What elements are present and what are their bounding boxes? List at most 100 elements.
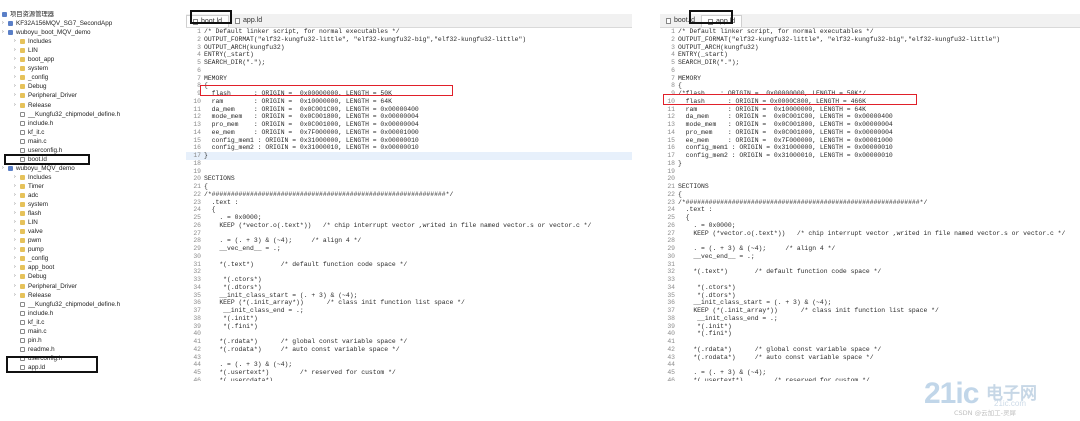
tree-file[interactable]: __Kungfu32_chipmodel_define.h [14, 110, 120, 119]
expand-arrow-icon[interactable]: › [14, 173, 19, 182]
tree-folder[interactable]: › flash [14, 209, 41, 218]
expand-arrow-icon[interactable]: › [2, 164, 7, 173]
file-icon [20, 301, 25, 307]
tree-file[interactable]: userconfig.h [14, 354, 62, 363]
tree-file[interactable]: userconfig.h [14, 146, 62, 155]
tree-folder[interactable]: › Debug [14, 82, 47, 91]
tree-folder[interactable]: › app_boot [14, 263, 54, 272]
code-text: *(.usercdata*) [204, 376, 274, 381]
code-line: 13 mode_mem : ORIGIN = 0x0C001800, LENGT… [660, 121, 1080, 129]
tree-folder[interactable]: › Includes [14, 37, 51, 46]
expand-arrow-icon[interactable]: › [14, 101, 19, 110]
file-icon [20, 156, 25, 162]
tree-folder[interactable]: › Includes [14, 173, 51, 182]
line-number: 26 [667, 221, 675, 229]
tree-file[interactable]: kf_it.c [14, 318, 44, 327]
tree-file[interactable]: main.c [14, 137, 47, 146]
code-line: 37 KEEP (*(.init_array*)) /* class init … [660, 307, 1080, 315]
expand-arrow-icon[interactable]: › [14, 218, 19, 227]
expand-arrow-icon[interactable]: › [14, 272, 19, 281]
code-text: da_mem : ORIGIN = 0x0C001C00, LENGTH = 0… [204, 105, 419, 113]
tree-folder[interactable]: › Release [14, 101, 51, 110]
expand-arrow-icon[interactable]: › [14, 254, 19, 263]
tree-file[interactable]: readme.h [14, 345, 55, 354]
expand-arrow-icon[interactable]: › [14, 73, 19, 82]
line-number: 41 [667, 338, 675, 345]
code-text: .text : [204, 198, 239, 206]
expand-arrow-icon[interactable]: › [14, 55, 19, 64]
tree-folder[interactable]: › Peripheral_Driver [14, 91, 77, 100]
expand-arrow-icon[interactable]: › [14, 245, 19, 254]
tree-folder[interactable]: › Release [14, 291, 51, 300]
tree-file[interactable]: kf_it.c [14, 128, 44, 137]
line-number: 19 [193, 167, 201, 175]
expand-arrow-icon[interactable]: › [14, 191, 19, 200]
editor-tab[interactable]: boot.ld [660, 15, 701, 27]
tree-folder[interactable]: › adc [14, 191, 38, 200]
tree-folder[interactable]: › system [14, 64, 48, 73]
line-number: 33 [667, 276, 675, 283]
tree-project[interactable]: › KF32A156MQV_SG7_SecondApp [2, 19, 112, 28]
code-line: 35 *(.dtors*) [660, 292, 1080, 300]
tree-file[interactable]: pin.h [14, 336, 42, 345]
expand-arrow-icon[interactable]: › [14, 64, 19, 73]
expand-arrow-icon[interactable]: › [14, 209, 19, 218]
line-number: 7 [671, 74, 675, 82]
code-text: pro_mem : ORIGIN = 0x0C001000, LENGTH = … [678, 128, 893, 136]
tree-folder[interactable]: › system [14, 200, 48, 209]
line-number: 7 [197, 74, 201, 82]
tree-folder[interactable]: › _config [14, 73, 48, 82]
tree-folder[interactable]: › LIN [14, 46, 38, 55]
expand-arrow-icon[interactable]: › [14, 200, 19, 209]
project-icon [8, 30, 13, 36]
tab-label: app.ld [716, 17, 736, 25]
tree-folder[interactable]: › Debug [14, 272, 47, 281]
expand-arrow-icon[interactable]: › [14, 236, 19, 245]
line-number: 24 [667, 206, 675, 214]
expand-arrow-icon[interactable]: › [14, 91, 19, 100]
expand-arrow-icon[interactable]: › [2, 28, 7, 37]
code-text: { [204, 82, 208, 90]
tree-folder[interactable]: › pwm [14, 236, 41, 245]
expand-arrow-icon[interactable]: › [14, 182, 19, 191]
tree-folder[interactable]: › Peripheral_Driver [14, 282, 77, 291]
editor-tab[interactable]: boot.ld [186, 15, 230, 27]
tree-file[interactable]: app.ld [14, 363, 45, 372]
tree-item-label: _config [28, 74, 49, 82]
tree-folder[interactable]: › pump [14, 245, 44, 254]
tree-file[interactable]: include.h [14, 119, 53, 128]
code-area[interactable]: 1/* Default linker script, for normal ex… [186, 28, 632, 381]
tree-project[interactable]: › wuboyu_MQV_demo [2, 164, 75, 173]
tree-file[interactable]: include.h [14, 309, 53, 318]
expand-arrow-icon[interactable]: › [14, 263, 19, 272]
editor-tab[interactable]: app.ld [229, 15, 268, 27]
expand-arrow-icon[interactable]: › [14, 37, 19, 46]
expand-arrow-icon[interactable]: › [14, 282, 19, 291]
tree-file[interactable]: main.c [14, 327, 47, 336]
code-area[interactable]: 1/* Default linker script, for normal ex… [660, 28, 1080, 381]
tree-folder[interactable]: › Timer [14, 182, 44, 191]
tree-item-label: __Kungfu32_chipmodel_define.h [28, 300, 121, 308]
expand-arrow-icon[interactable]: › [2, 19, 7, 28]
expand-arrow-icon[interactable]: › [14, 227, 19, 236]
line-number: 6 [671, 66, 675, 74]
expand-arrow-icon[interactable]: › [14, 82, 19, 91]
tree-folder[interactable]: › _config [14, 254, 48, 263]
tree-file[interactable]: __Kungfu32_chipmodel_define.h [14, 300, 120, 309]
code-text: . = (. + 3) & (~4); [204, 361, 293, 369]
tree-project[interactable]: › wuboyu_boot_MQV_demo [2, 28, 91, 37]
editor-tab[interactable]: app.ld [701, 15, 743, 27]
code-text: __init_class_end = .; [678, 314, 778, 322]
expand-arrow-icon[interactable]: › [14, 291, 19, 300]
tree-folder[interactable]: › boot_app [14, 55, 54, 64]
line-number: 19 [667, 167, 675, 175]
expand-arrow-icon[interactable]: › [14, 46, 19, 55]
folder-icon [20, 183, 25, 189]
tree-item-label: app_boot [28, 264, 55, 272]
code-line: 23/*####################################… [660, 199, 1080, 207]
tree-folder[interactable]: › valve [14, 227, 43, 236]
code-line: 38 __init_class_end = .; [660, 315, 1080, 323]
tree-item-label: pin.h [28, 336, 42, 344]
tree-folder[interactable]: › LIN [14, 218, 38, 227]
tree-file[interactable]: boot.ld [14, 155, 47, 164]
